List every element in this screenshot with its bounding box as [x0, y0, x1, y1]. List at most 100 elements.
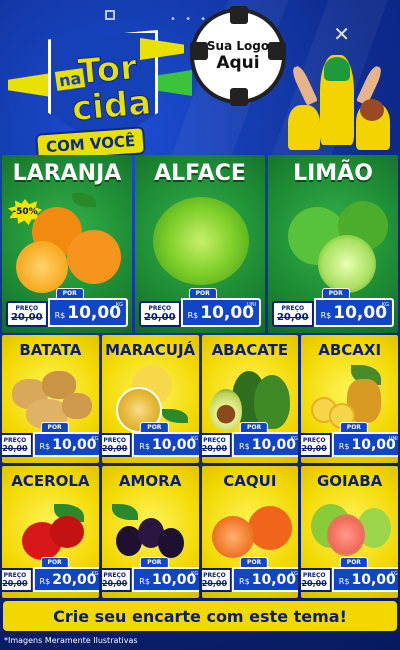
por-label: POR	[240, 422, 269, 433]
lettuce-icon	[153, 197, 249, 285]
campaign-logo: na Tor cida COM VOCÊ	[8, 30, 192, 162]
por-label: POR	[321, 288, 350, 299]
price-tag: PREÇO 20,00 POR R$ 10,00 KG	[271, 288, 395, 327]
price-value: 10,00	[67, 303, 122, 323]
fan-arm	[290, 64, 318, 106]
por-label: POR	[140, 557, 169, 568]
persimmon-icon	[247, 506, 292, 550]
price-tag: PREÇO 20,00 POR R$ 10,00 UNI	[301, 422, 398, 457]
price-value: 10,00	[200, 303, 255, 323]
old-price-label: PREÇO	[281, 305, 305, 312]
currency: R$	[239, 442, 250, 451]
unit-label: KG	[390, 571, 398, 577]
old-price-value: 20,00	[201, 444, 228, 453]
product-card-laranja: LARANJA -50% PREÇO 20,00 POR R$ 10,00 KG	[2, 155, 132, 333]
orange-half-icon	[16, 241, 68, 293]
unit-label: KG	[115, 302, 124, 308]
flyer: • • • ✕ na Tor cida COM VOCÊ Sua Logo Aq…	[0, 0, 400, 650]
product-name: ALFACE	[154, 161, 246, 186]
leaf-icon	[161, 409, 188, 423]
old-price-value: 20,00	[101, 579, 128, 588]
lime-half-icon	[318, 235, 376, 293]
currency: R$	[239, 577, 250, 586]
price-value: 20,00	[52, 572, 97, 588]
product-name: LARANJA	[12, 161, 122, 186]
old-price: PREÇO 20,00	[301, 433, 332, 457]
product-card-caqui: CAQUI PREÇO 20,00 POR R$ 10,00 KG	[201, 466, 299, 598]
old-price-label: PREÇO	[103, 572, 126, 579]
currency: R$	[54, 311, 66, 320]
old-price-label: PREÇO	[302, 572, 326, 579]
price-tag: PREÇO 20,00 POR R$ 10,00 KG	[101, 422, 199, 457]
cross-decor-icon: ✕	[333, 22, 350, 46]
fans-photo	[288, 55, 393, 150]
price-tag: PREÇO 20,00 POR R$ 10,00 KG	[2, 422, 99, 457]
product-card-abacate: ABACATE PREÇO 20,00 POR R$ 10,00 KG	[201, 335, 299, 463]
por-label: POR	[240, 557, 269, 568]
price-value: 10,00	[351, 572, 396, 588]
acerola-icon	[50, 516, 84, 548]
product-card-goiaba: GOIABA PREÇO 20,00 POR R$ 10,00 KG	[301, 466, 398, 598]
leaf-icon	[111, 504, 138, 520]
ball-patch	[268, 42, 286, 60]
old-price: PREÇO 20,00	[138, 301, 181, 327]
old-price: PREÇO 20,00	[2, 568, 33, 592]
logo-placeholder-line2: Aqui	[216, 53, 260, 73]
old-price-value: 20,00	[143, 312, 176, 323]
cta-banner: Crie seu encarte com este tema!	[3, 601, 397, 631]
currency: R$	[187, 311, 199, 320]
new-price: POR R$ 10,00 KG	[232, 422, 299, 457]
avocado-half-icon	[209, 389, 242, 431]
currency: R$	[338, 577, 350, 586]
price-tag: PREÇO 20,00 POR R$ 10,00 UNI	[138, 288, 262, 327]
product-card-limao: LIMÃO PREÇO 20,00 POR R$ 10,00 KG	[268, 155, 398, 333]
unit-label: KG	[91, 436, 99, 442]
blackberry-icon	[157, 528, 184, 558]
unit-label: KG	[191, 436, 199, 442]
fan-hat	[324, 57, 350, 81]
product-card-amora: AMORA PREÇO 20,00 POR R$ 10,00 KG	[101, 466, 199, 598]
por-label: POR	[339, 557, 368, 568]
por-label: POR	[188, 288, 217, 299]
old-price-value: 20,00	[301, 444, 327, 453]
new-price: POR R$ 10,00 KG	[47, 288, 129, 327]
currency: R$	[139, 442, 150, 451]
price-value: 10,00	[151, 572, 197, 588]
old-price: PREÇO 20,00	[271, 301, 314, 327]
currency: R$	[39, 577, 51, 586]
unit-label: KG	[290, 436, 299, 442]
old-price: PREÇO 20,00	[201, 568, 233, 592]
old-price-value: 20,00	[101, 444, 128, 453]
vuvuzela-icon	[158, 70, 192, 96]
price-value: 10,00	[151, 437, 197, 453]
persimmon-half-icon	[211, 516, 254, 558]
por-label: POR	[339, 422, 368, 433]
product-name: GOIABA	[316, 472, 383, 490]
unit-label: KG	[191, 571, 199, 577]
old-price-label: PREÇO	[3, 437, 27, 444]
product-card-alface: ALFACE PREÇO 20,00 POR R$ 10,00 UNI	[135, 155, 265, 333]
ball-patch	[230, 88, 248, 106]
potato-icon	[62, 393, 92, 419]
old-price-label: PREÇO	[148, 305, 172, 312]
price-tag: PREÇO 20,00 POR R$ 10,00 KG	[301, 557, 398, 592]
product-name: ABACATE	[211, 341, 289, 359]
unit-label: KG	[381, 302, 390, 308]
old-price-value: 20,00	[2, 444, 28, 453]
price-value: 10,00	[251, 572, 297, 588]
ball-patch	[230, 6, 248, 24]
product-card-acerola: ACEROLA PREÇO 20,00 POR R$ 20,00 KG	[2, 466, 99, 598]
old-price: PREÇO 20,00	[201, 433, 233, 457]
old-price-value: 20,00	[301, 579, 327, 588]
guava-half-icon	[327, 514, 366, 556]
new-price: POR R$ 10,00 KG	[32, 422, 99, 457]
product-name: CAQUI	[223, 472, 277, 490]
vuvuzela-icon	[140, 38, 184, 60]
old-price-label: PREÇO	[3, 572, 27, 579]
currency: R$	[320, 311, 332, 320]
leaf-icon	[72, 193, 96, 207]
currency: R$	[39, 442, 51, 451]
new-price: POR R$ 10,00 KG	[132, 557, 199, 592]
product-name: LIMÃO	[293, 161, 373, 186]
disclaimer: *Imagens Meramente Ilustrativas	[4, 636, 138, 645]
